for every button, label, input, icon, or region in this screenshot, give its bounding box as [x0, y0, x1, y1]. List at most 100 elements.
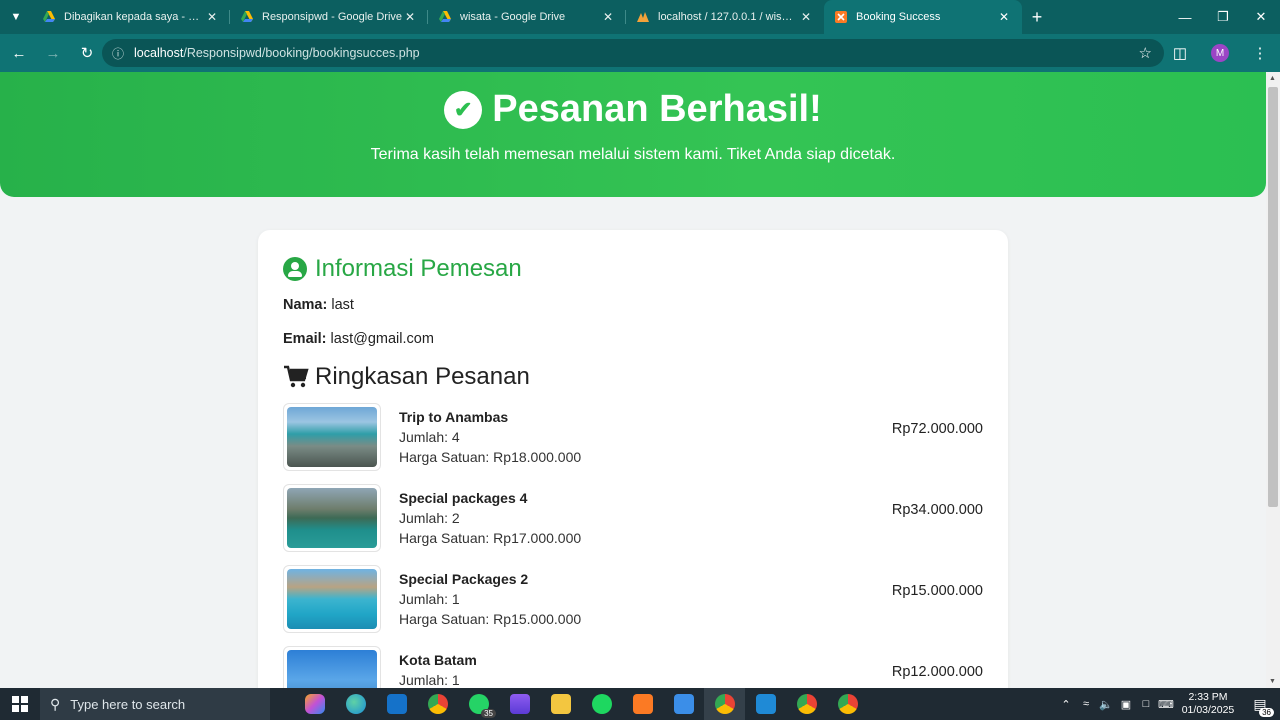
minimize-icon[interactable]: —: [1166, 0, 1204, 34]
spotify-icon[interactable]: [581, 688, 622, 720]
system-tray: ⌃ ≈ 🔈 ▣ □ ⌨ 2:33 PM 01/03/2025 ▤ 36: [1056, 688, 1280, 720]
scrollbar-thumb[interactable]: [1268, 87, 1278, 507]
taskbar-apps: 35: [294, 688, 868, 720]
item-thumbnail: [283, 565, 381, 633]
banner-title: ✔ Pesanan Berhasil!: [0, 88, 1266, 131]
item-total: Rp12.000.000: [891, 664, 983, 680]
profile-avatar[interactable]: M: [1200, 44, 1240, 62]
name-label: Nama:: [283, 297, 328, 313]
page-viewport: ✔ Pesanan Berhasil! Terima kasih telah m…: [0, 72, 1266, 688]
taskbar-search[interactable]: ⚲ Type here to search: [40, 688, 270, 720]
wifi-icon[interactable]: ≈: [1076, 698, 1096, 710]
tray-overflow-chevron-icon[interactable]: ⌃: [1056, 698, 1076, 711]
booking-card: Informasi Pemesan Nama: last Email: last…: [258, 230, 1008, 688]
clock-date: 01/03/2025: [1181, 704, 1235, 716]
phpmyadmin-icon: [637, 12, 649, 22]
tab-drive-responsipwd[interactable]: Responsipwd - Google Drive ✕: [230, 0, 428, 34]
browser-toolbar: ← → ↻ ⓘ localhost/Responsipwd/booking/bo…: [0, 34, 1280, 72]
site-info-icon[interactable]: ⓘ: [112, 45, 124, 62]
battery-icon[interactable]: ▣: [1116, 698, 1136, 711]
item-unit-price: Harga Satuan: Rp18.000.000: [399, 449, 582, 465]
edge-icon[interactable]: [335, 688, 376, 720]
item-thumbnail: [283, 403, 381, 471]
tab-booking-success[interactable]: Booking Success ✕: [824, 0, 1022, 34]
windows-taskbar: ⚲ Type here to search 35 ⌃ ≈ 🔈 ▣ □ ⌨ 2:3…: [0, 688, 1280, 720]
chrome-icon-2[interactable]: [786, 688, 827, 720]
reload-icon[interactable]: ↻: [72, 38, 102, 68]
keyboard-icon[interactable]: ⌨: [1156, 698, 1176, 711]
notification-center-icon[interactable]: ▤ 36: [1240, 696, 1280, 717]
email-label: Email:: [283, 331, 327, 347]
item-total: Rp15.000.000: [891, 583, 983, 599]
whatsapp-icon[interactable]: 35: [458, 688, 499, 720]
order-item: Special Packages 2 Jumlah: 1 Harga Satua…: [283, 565, 983, 646]
item-total: Rp72.000.000: [891, 421, 983, 437]
chrome-profile-icon[interactable]: [704, 688, 745, 720]
tab-search-chevron-icon[interactable]: ▼: [0, 0, 32, 34]
order-item: Trip to Anambas Jumlah: 4 Harga Satuan: …: [283, 403, 983, 484]
browser-menu-icon[interactable]: ⋮: [1240, 44, 1280, 62]
vscode-icon[interactable]: [745, 688, 786, 720]
tab-title: Booking Success: [856, 11, 941, 23]
tab-close-icon[interactable]: ✕: [204, 10, 220, 24]
tab-title: Responsipwd - Google Drive: [262, 11, 402, 23]
user-circle-icon: [283, 257, 307, 281]
tab-close-icon[interactable]: ✕: [798, 10, 814, 24]
search-icon: ⚲: [50, 695, 61, 712]
item-thumbnail: [283, 646, 381, 688]
item-quantity: Jumlah: 4: [399, 429, 460, 445]
taskbar-clock[interactable]: 2:33 PM 01/03/2025: [1176, 691, 1240, 717]
maximize-icon[interactable]: ❐: [1204, 0, 1242, 34]
copilot-icon[interactable]: [294, 688, 335, 720]
tab-phpmyadmin[interactable]: localhost / 127.0.0.1 / wisata / u ✕: [626, 0, 824, 34]
chrome-icon[interactable]: [417, 688, 458, 720]
new-tab-plus-icon[interactable]: +: [1022, 0, 1052, 34]
forward-arrow-icon[interactable]: →: [38, 38, 68, 68]
notification-count: 36: [1259, 707, 1274, 717]
page-scrollbar[interactable]: ▲ ▼: [1266, 72, 1280, 688]
outlook-icon[interactable]: [376, 688, 417, 720]
stack-app-icon[interactable]: [499, 688, 540, 720]
close-window-icon[interactable]: ✕: [1242, 0, 1280, 34]
item-name: Trip to Anambas: [399, 409, 509, 425]
window-app-icon[interactable]: [663, 688, 704, 720]
order-item: Kota Batam Jumlah: 1 Rp12.000.000: [283, 646, 983, 688]
address-bar[interactable]: ⓘ localhost/Responsipwd/booking/bookings…: [102, 39, 1164, 67]
order-items-list: Trip to Anambas Jumlah: 4 Harga Satuan: …: [283, 403, 983, 688]
scroll-down-arrow-icon[interactable]: ▼: [1269, 678, 1276, 685]
google-drive-icon: [43, 11, 55, 22]
back-arrow-icon[interactable]: ←: [4, 38, 34, 68]
taskbar-search-placeholder: Type here to search: [70, 696, 186, 712]
file-explorer-icon[interactable]: [540, 688, 581, 720]
tab-title: wisata - Google Drive: [460, 11, 566, 23]
volume-icon[interactable]: 🔈: [1096, 698, 1116, 711]
customer-name: last: [331, 297, 354, 313]
banner-subtitle: Terima kasih telah memesan melalui siste…: [370, 146, 896, 163]
extensions-puzzle-icon[interactable]: ◫: [1160, 44, 1200, 62]
tab-close-icon[interactable]: ✕: [996, 10, 1012, 24]
bookmark-star-icon[interactable]: ☆: [1139, 44, 1152, 62]
summary-section-title: Ringkasan Pesanan: [283, 363, 983, 391]
tab-drive-wisata[interactable]: wisata - Google Drive ✕: [428, 0, 626, 34]
profile-initial: M: [1211, 44, 1229, 62]
windows-start-icon[interactable]: [0, 688, 40, 720]
summary-section-title-text: Ringkasan Pesanan: [315, 363, 530, 390]
xampp-taskbar-icon[interactable]: [622, 688, 663, 720]
display-icon[interactable]: □: [1136, 698, 1156, 710]
scroll-up-arrow-icon[interactable]: ▲: [1269, 75, 1276, 82]
item-quantity: Jumlah: 2: [399, 510, 460, 526]
customer-email: last@gmail.com: [330, 331, 434, 347]
tab-title: localhost / 127.0.0.1 / wisata / u: [658, 11, 798, 23]
tab-drive-shared[interactable]: Dibagikan kepada saya - Google Drive ✕: [32, 0, 230, 34]
tab-close-icon[interactable]: ✕: [402, 10, 418, 24]
order-item: Special packages 4 Jumlah: 2 Harga Satua…: [283, 484, 983, 565]
tab-close-icon[interactable]: ✕: [600, 10, 616, 24]
chrome-icon-3[interactable]: [827, 688, 868, 720]
item-thumbnail: [283, 484, 381, 552]
banner-title-text: Pesanan Berhasil!: [492, 88, 822, 130]
browser-tab-bar: ▼ Dibagikan kepada saya - Google Drive ✕…: [0, 0, 1280, 34]
tab-title: Dibagikan kepada saya - Google Drive: [64, 11, 204, 23]
google-drive-icon: [241, 11, 253, 22]
item-name: Kota Batam: [399, 652, 477, 668]
shopping-cart-icon: [284, 365, 309, 388]
